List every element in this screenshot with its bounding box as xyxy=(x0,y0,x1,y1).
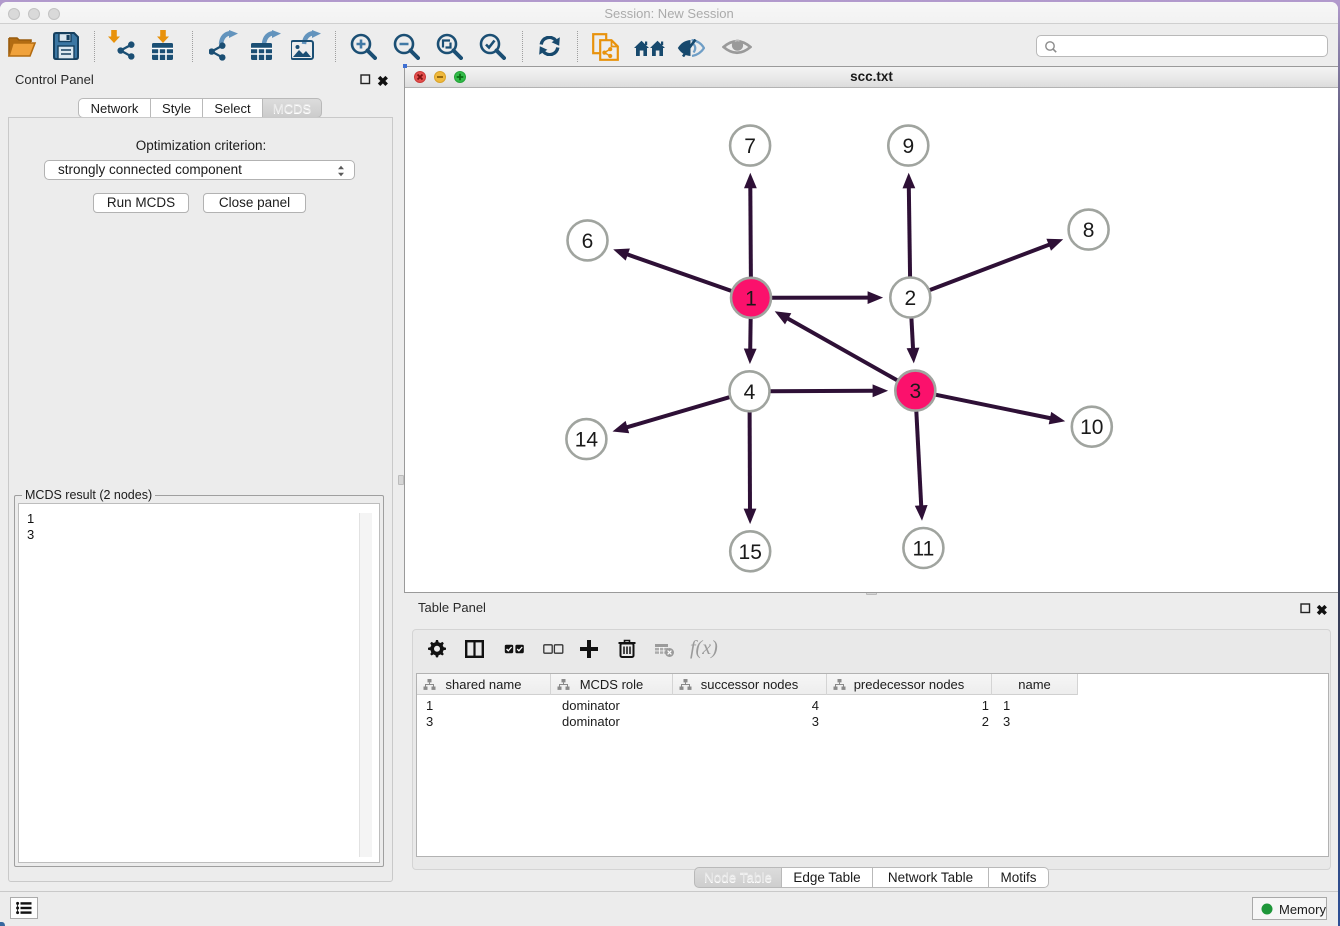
svg-text:2: 2 xyxy=(904,287,916,310)
svg-text:14: 14 xyxy=(575,429,599,452)
svg-text:7: 7 xyxy=(744,135,756,158)
svg-text:1: 1 xyxy=(745,287,757,310)
svg-text:10: 10 xyxy=(1080,416,1103,439)
svg-text:11: 11 xyxy=(912,538,934,561)
svg-text:3: 3 xyxy=(909,380,921,403)
svg-text:9: 9 xyxy=(902,135,914,158)
svg-text:6: 6 xyxy=(582,230,594,253)
svg-text:15: 15 xyxy=(739,541,762,564)
svg-text:8: 8 xyxy=(1083,219,1095,242)
svg-text:4: 4 xyxy=(744,381,756,404)
